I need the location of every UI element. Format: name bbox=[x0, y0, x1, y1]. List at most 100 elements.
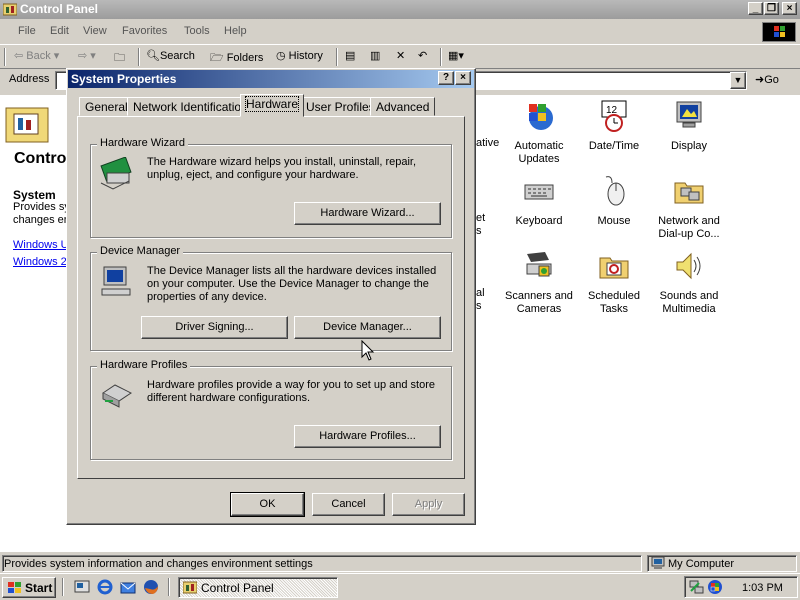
cp-item-label: Mouse bbox=[597, 215, 631, 227]
hardware-wizard-icon bbox=[100, 157, 132, 190]
tab-advanced[interactable]: Advanced bbox=[370, 97, 436, 116]
back-button[interactable]: ⇦ Back ▾ bbox=[14, 49, 59, 62]
cp-item-network[interactable]: Network and Dial-up Co... bbox=[648, 175, 730, 241]
cp-item-scanners[interactable]: Scanners and Cameras bbox=[498, 250, 580, 316]
hardware-wizard-button[interactable]: Hardware Wizard... bbox=[294, 202, 441, 225]
tab-label: Hardware bbox=[244, 96, 300, 112]
cp-item-date-time[interactable]: 12 Date/Time bbox=[573, 100, 655, 153]
apply-button[interactable]: Apply bbox=[392, 493, 465, 516]
cp-item-label: Keyboard bbox=[515, 215, 563, 227]
partial-item-label[interactable]: al bbox=[476, 287, 485, 300]
keyboard-icon bbox=[524, 184, 554, 200]
windows-update-tray-icon[interactable] bbox=[707, 579, 723, 595]
window-title: Control Panel bbox=[20, 2, 99, 16]
menu-favorites[interactable]: Favorites bbox=[122, 25, 167, 37]
partial-item-label[interactable]: s bbox=[476, 225, 482, 238]
menu-tools[interactable]: Tools bbox=[184, 25, 210, 37]
tab-hardware[interactable]: Hardware bbox=[240, 94, 305, 117]
hardware-profiles-button[interactable]: Hardware Profiles... bbox=[294, 425, 441, 448]
cp-item-label: Sounds and Multimedia bbox=[659, 290, 719, 315]
tab-user-profiles[interactable]: User Profiles bbox=[300, 97, 381, 116]
address-dropdown-button[interactable]: ▼ bbox=[730, 72, 746, 89]
cp-item-sounds[interactable]: Sounds and Multimedia bbox=[648, 250, 730, 316]
cp-item-label: Network and Dial-up Co... bbox=[658, 215, 720, 240]
menu-edit[interactable]: Edit bbox=[50, 25, 69, 37]
back-label: Back bbox=[26, 50, 51, 62]
dialog-close-button[interactable]: × bbox=[455, 71, 471, 85]
control-panel-icon bbox=[3, 3, 17, 16]
up-folder-icon[interactable]: 🗀 bbox=[114, 49, 125, 68]
driver-signing-button[interactable]: Driver Signing... bbox=[141, 316, 288, 339]
undo-icon[interactable]: ↶ bbox=[418, 49, 427, 62]
device-manager-group-label: Device Manager bbox=[97, 245, 184, 257]
taskbar-grip bbox=[168, 578, 170, 596]
button-label: Device Manager... bbox=[323, 321, 412, 333]
cp-item-label: Display bbox=[670, 140, 708, 152]
close-button[interactable]: × bbox=[782, 2, 797, 15]
maximize-button[interactable]: ❐ bbox=[764, 2, 779, 15]
network-tray-icon[interactable] bbox=[689, 579, 705, 595]
address-label: Address bbox=[9, 73, 50, 85]
partial-item-label[interactable]: ative bbox=[476, 137, 499, 150]
windows-2000-link[interactable]: Windows 2 bbox=[13, 256, 67, 268]
cp-item-scheduled-tasks[interactable]: Scheduled Tasks bbox=[573, 250, 655, 316]
dialog-title: System Properties bbox=[71, 72, 177, 86]
hardware-profiles-group-label: Hardware Profiles bbox=[97, 359, 191, 371]
show-desktop-icon[interactable] bbox=[74, 579, 90, 595]
menu-view[interactable]: View bbox=[83, 25, 107, 37]
cp-item-display[interactable]: Display bbox=[648, 100, 730, 153]
scheduled-tasks-icon bbox=[599, 257, 629, 279]
taskbar-clock[interactable]: 1:03 PM bbox=[742, 582, 783, 594]
menu-help[interactable]: Help bbox=[224, 25, 247, 37]
toolbar-separator bbox=[336, 48, 338, 66]
control-panel-icon bbox=[183, 581, 197, 594]
history-label: History bbox=[288, 50, 323, 62]
search-button[interactable]: 🔍︎Search bbox=[146, 49, 195, 62]
selected-item-description: Provides sy bbox=[13, 201, 70, 213]
copy-to-icon[interactable]: ▥ bbox=[370, 49, 380, 62]
go-button[interactable]: ➜Go bbox=[755, 73, 779, 86]
button-label: OK bbox=[259, 498, 276, 510]
firefox-icon[interactable] bbox=[143, 579, 159, 595]
cp-item-mouse[interactable]: Mouse bbox=[573, 175, 655, 228]
quicklaunch-grip bbox=[62, 578, 64, 596]
monitor-icon bbox=[676, 101, 702, 128]
cp-item-automatic-updates[interactable]: Automatic Updates bbox=[498, 100, 580, 166]
status-text: Provides system information and changes … bbox=[2, 555, 642, 572]
tab-network-identification[interactable]: Network Identification bbox=[127, 97, 254, 116]
internet-explorer-icon[interactable] bbox=[97, 579, 113, 595]
windows-update-link[interactable]: Windows U bbox=[13, 239, 69, 251]
windows-logo-icon bbox=[762, 22, 796, 42]
speaker-icon bbox=[676, 252, 701, 280]
go-label: Go bbox=[764, 74, 779, 86]
minimize-button[interactable]: _ bbox=[748, 2, 763, 15]
views-icon[interactable]: ▦▾ bbox=[448, 49, 464, 62]
move-to-icon[interactable]: ▤ bbox=[345, 49, 355, 62]
ok-button[interactable]: OK bbox=[230, 492, 305, 517]
status-zone-label: My Computer bbox=[668, 558, 735, 570]
clock-icon: 12 bbox=[601, 100, 627, 132]
outlook-express-icon[interactable] bbox=[120, 579, 136, 595]
device-manager-button[interactable]: Device Manager... bbox=[294, 316, 441, 339]
hardware-wizard-group-label: Hardware Wizard bbox=[97, 137, 188, 149]
start-label: Start bbox=[25, 581, 53, 595]
window-title-bar[interactable]: Control Panel _ ❐ × bbox=[0, 0, 800, 19]
tab-general[interactable]: General bbox=[79, 97, 134, 116]
help-button[interactable]: ? bbox=[438, 71, 454, 85]
partial-item-label[interactable]: et bbox=[476, 212, 485, 225]
taskbar-control-panel-button[interactable]: Control Panel bbox=[178, 577, 338, 598]
toolbar-separator bbox=[138, 48, 140, 66]
start-button[interactable]: Start bbox=[2, 577, 56, 598]
my-computer-icon bbox=[651, 557, 665, 569]
partial-item-label[interactable]: s bbox=[476, 300, 482, 313]
menu-file[interactable]: File bbox=[18, 25, 36, 37]
folders-button[interactable]: 🗁 Folders bbox=[210, 49, 263, 68]
mouse-pointer-icon bbox=[361, 340, 375, 361]
cancel-button[interactable]: Cancel bbox=[312, 493, 385, 516]
history-button[interactable]: ◷ History bbox=[276, 49, 323, 62]
search-icon: 🔍︎ bbox=[146, 50, 160, 62]
windows-flag-icon bbox=[8, 582, 21, 593]
forward-button[interactable]: ⇨ ▾ bbox=[78, 49, 96, 62]
cp-item-keyboard[interactable]: Keyboard bbox=[498, 175, 580, 228]
delete-icon[interactable]: ✕ bbox=[396, 49, 405, 62]
